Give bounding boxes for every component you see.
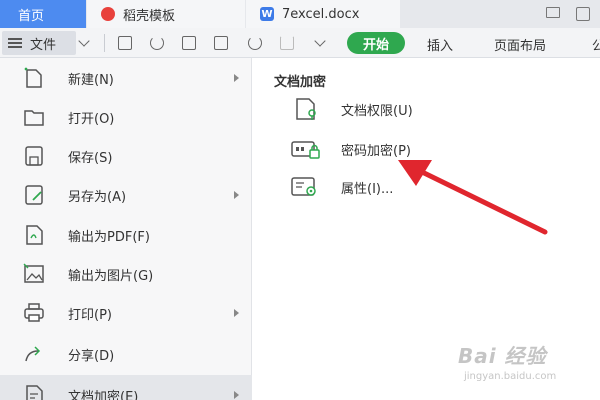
word-doc-icon: W xyxy=(260,7,274,21)
tab-formula[interactable]: 公 xyxy=(592,35,600,54)
menu-item-label: 新建(N) xyxy=(68,72,114,88)
menu-item-export-image[interactable]: 输出为图片(G) xyxy=(0,254,252,294)
chevron-down-icon[interactable] xyxy=(78,35,90,47)
file-menu: 新建(N) 打开(O) 保存(S) 另存为(A) 输出为PDF(F) 输出为图片… xyxy=(0,58,252,400)
watermark-sub: jingyan.baidu.com xyxy=(464,371,557,382)
password-lock-icon xyxy=(291,141,320,159)
menu-item-open[interactable]: 打开(O) xyxy=(0,97,252,137)
menu-item-document-encrypt[interactable]: 文档加密(E) xyxy=(0,375,252,400)
menu-item-save-as[interactable]: 另存为(A) xyxy=(0,175,252,215)
export-pdf-icon xyxy=(26,225,43,245)
print-icon[interactable] xyxy=(182,36,196,50)
menu-item-label: 另存为(A) xyxy=(68,189,127,205)
cloud-sync-icon[interactable] xyxy=(150,36,164,50)
document-encrypt-icon xyxy=(26,385,43,400)
file-menu-button[interactable]: 文件 xyxy=(2,31,76,55)
submenu-item-label: 密码加密(P) xyxy=(341,143,411,159)
submenu-item-properties[interactable]: 属性(I)... xyxy=(291,172,541,202)
tab-insert[interactable]: 插入 xyxy=(427,35,453,54)
document-permission-icon xyxy=(296,98,316,120)
properties-icon xyxy=(291,177,316,196)
export-image-icon xyxy=(23,263,44,283)
submenu-arrow-icon xyxy=(234,191,239,199)
tab-home[interactable]: 首页 xyxy=(0,0,86,28)
tab-page-layout[interactable]: 页面布局 xyxy=(494,35,546,54)
share-icon xyxy=(25,346,41,362)
tab-daoke-template[interactable]: 稻壳模板 xyxy=(87,0,245,28)
menu-item-share[interactable]: 分享(D) xyxy=(0,334,252,374)
submenu-item-password-encrypt[interactable]: 密码加密(P) xyxy=(291,134,541,164)
menu-item-save[interactable]: 保存(S) xyxy=(0,136,252,176)
submenu-item-label: 文档权限(U) xyxy=(341,103,413,119)
menu-item-label: 输出为图片(G) xyxy=(68,268,154,284)
tab-daoke-label: 稻壳模板 xyxy=(123,8,176,24)
window-control-icon[interactable] xyxy=(576,7,590,21)
submenu-item-document-permission[interactable]: 文档权限(U) xyxy=(291,94,541,124)
save-as-icon xyxy=(25,185,43,205)
daoke-logo-icon xyxy=(101,7,115,21)
redo-icon[interactable] xyxy=(280,36,294,50)
tab-document-label: 7excel.docx xyxy=(282,6,360,22)
menu-item-label: 分享(D) xyxy=(68,348,115,364)
submenu-arrow-icon xyxy=(234,309,239,317)
menu-item-export-pdf[interactable]: 输出为PDF(F) xyxy=(0,215,252,255)
tab-start[interactable]: 开始 xyxy=(347,32,405,54)
menu-item-label: 保存(S) xyxy=(68,150,113,166)
menu-item-label: 打开(O) xyxy=(68,111,115,127)
undo-icon[interactable] xyxy=(248,36,262,50)
hamburger-menu-icon xyxy=(8,38,22,48)
file-menu-label: 文件 xyxy=(30,37,57,53)
menu-item-label: 文档加密(E) xyxy=(68,389,139,400)
save-icon[interactable] xyxy=(118,36,132,50)
menu-item-print[interactable]: 打印(P) xyxy=(0,293,252,333)
submenu-arrow-icon xyxy=(234,74,239,82)
quick-access-dropdown-icon[interactable] xyxy=(314,35,326,47)
menu-item-label: 打印(P) xyxy=(68,307,112,323)
baidu-jingyan-watermark: Bai 经验 jingyan.baidu.com xyxy=(458,340,556,382)
tab-start-label: 开始 xyxy=(362,37,389,53)
tab-bar: 首页 稻壳模板 W 7excel.docx xyxy=(0,0,600,28)
new-file-icon xyxy=(24,67,42,88)
submenu-item-label: 属性(I)... xyxy=(341,181,394,197)
monitor-icon[interactable] xyxy=(546,7,560,18)
open-folder-icon xyxy=(24,110,44,126)
tab-home-label: 首页 xyxy=(18,8,45,24)
print-icon xyxy=(24,303,44,322)
toolbar: 文件 开始 插入 页面布局 公 xyxy=(0,28,600,58)
submenu-title: 文档加密 xyxy=(274,75,327,90)
submenu-arrow-icon xyxy=(234,391,239,399)
save-icon xyxy=(25,146,43,166)
menu-item-label: 输出为PDF(F) xyxy=(68,229,150,245)
toolbar-divider xyxy=(104,34,105,52)
watermark-main: Bai 经验 xyxy=(458,344,547,368)
tab-document[interactable]: W 7excel.docx xyxy=(246,0,400,28)
print-preview-icon[interactable] xyxy=(214,36,228,50)
menu-item-new[interactable]: 新建(N) xyxy=(0,58,252,98)
